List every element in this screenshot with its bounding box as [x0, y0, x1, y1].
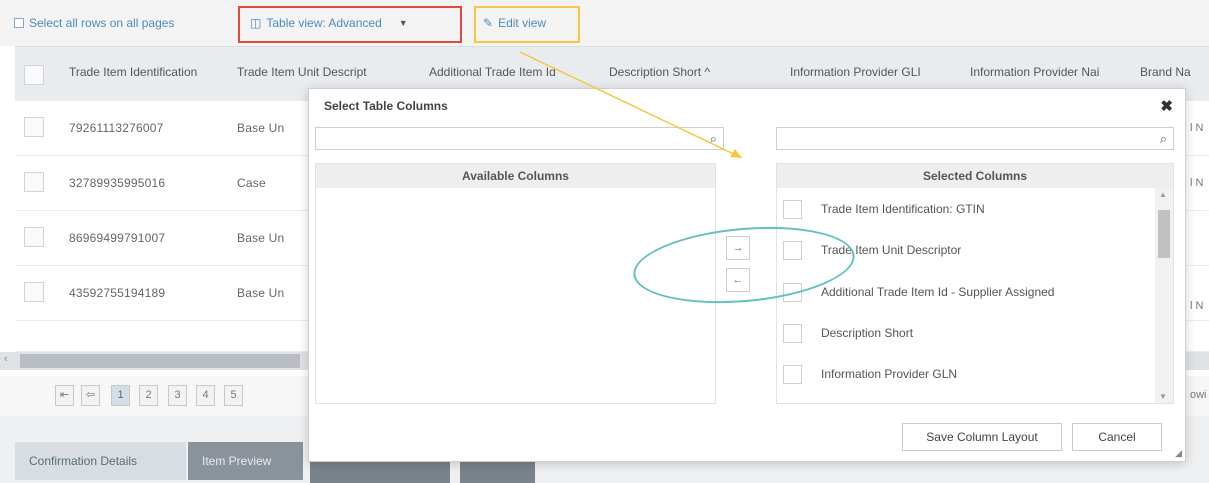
annotation-arrow — [519, 51, 743, 159]
